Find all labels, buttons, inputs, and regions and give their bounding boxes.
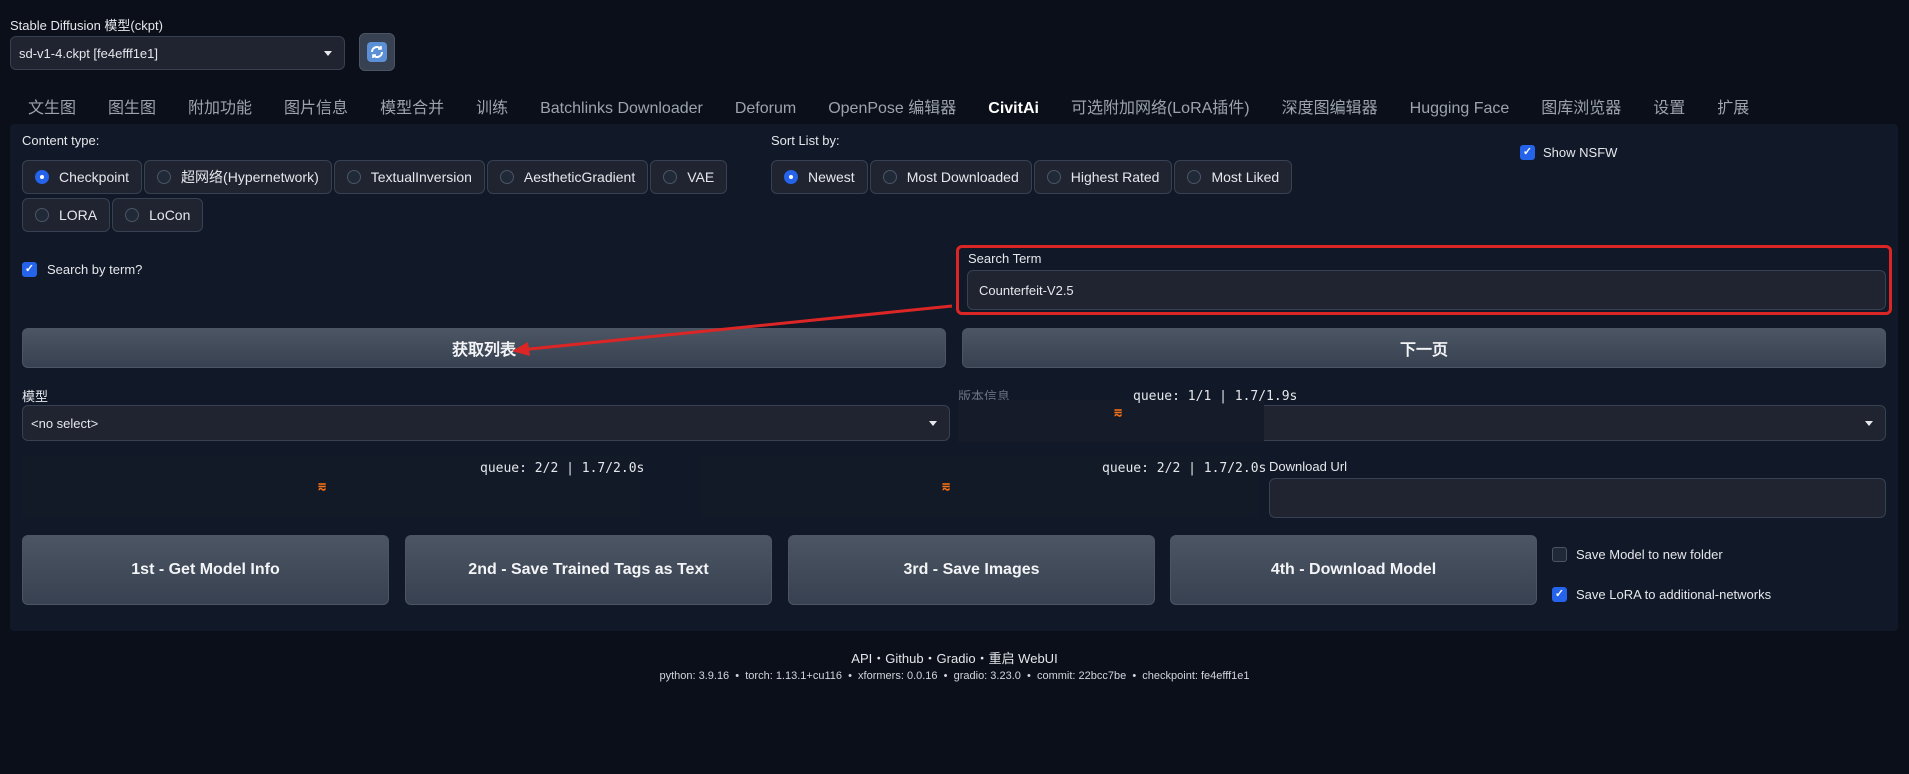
output-right-queue-status: queue: 2/2 | 1.7/2.0s [1102,461,1267,476]
download-url-label: Download Url [1269,459,1348,474]
version-info-loading-overlay [958,400,1264,442]
checkbox-box [1552,587,1567,602]
output-left-queue-status: queue: 2/2 | 1.7/2.0s [480,461,645,476]
save-trained-tags-button[interactable]: 2nd - Save Trained Tags as Text [405,535,772,605]
loading-icon: ⩳ [318,478,327,494]
get-model-info-button[interactable]: 1st - Get Model Info [22,535,389,605]
version-info-queue-status: queue: 1/1 | 1.7/1.9s [1133,389,1298,404]
model-dropdown-value: <no select> [31,415,99,431]
save-lora-additional-networks-checkbox[interactable]: Save LoRA to additional-networks [1552,587,1771,602]
footer-links[interactable]: API・Github・Gradio・重启 WebUI [0,648,1909,667]
save-images-button[interactable]: 3rd - Save Images [788,535,1155,605]
model-dropdown[interactable]: <no select> [22,405,950,441]
loading-icon: ⩳ [1114,404,1123,420]
model-dropdown-label: 模型 [22,389,49,404]
save-model-new-folder-checkbox[interactable]: Save Model to new folder [1552,547,1723,562]
chevron-down-icon [1865,421,1873,426]
checkbox-box [1552,547,1567,562]
chevron-down-icon [929,421,937,426]
footer-version-info: python: 3.9.16 • torch: 1.13.1+cu116 • x… [659,670,1250,682]
download-model-button[interactable]: 4th - Download Model [1170,535,1537,605]
download-url-input[interactable] [1269,478,1886,518]
loading-icon: ⩳ [942,478,951,494]
